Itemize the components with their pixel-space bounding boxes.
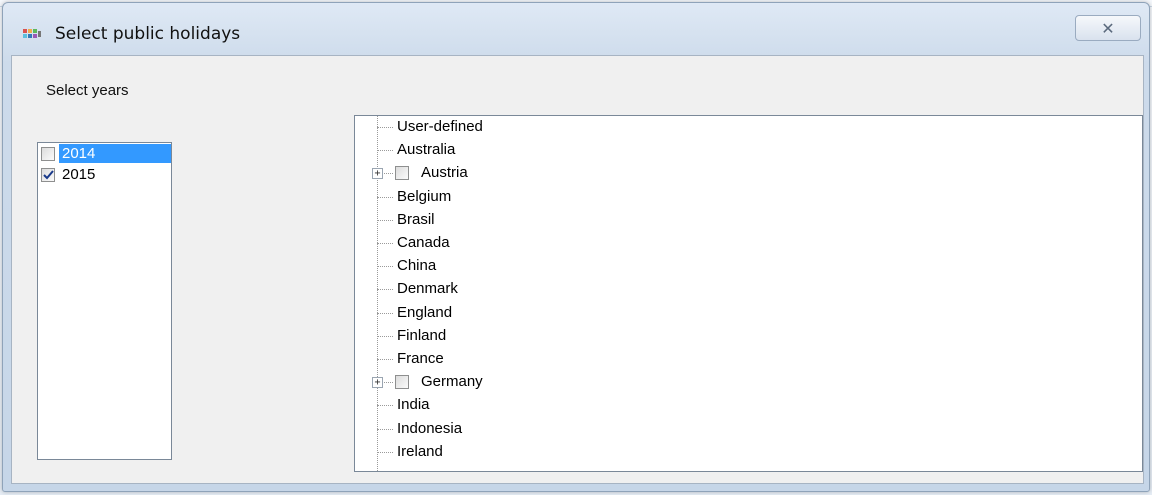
years-checklist[interactable]: 2014 2015 xyxy=(37,142,172,460)
year-item-2015[interactable]: 2015 xyxy=(38,164,171,185)
tree-node-canada[interactable]: Canada xyxy=(355,232,1142,255)
close-button[interactable]: ✕ xyxy=(1075,15,1141,41)
country-tree[interactable]: User-defined Australia + Austria Belgium Bras… xyxy=(354,115,1143,472)
tree-connector xyxy=(377,335,393,337)
checkmark-icon xyxy=(42,169,54,179)
tree-node-label: Austria xyxy=(421,164,468,182)
tree-node-england[interactable]: England xyxy=(355,302,1142,325)
tree-connector xyxy=(377,150,393,152)
tree-node-indonesia[interactable]: Indonesia xyxy=(355,418,1142,441)
window-title: Select public holidays xyxy=(55,24,241,44)
title-bar[interactable]: Select public holidays ✕ xyxy=(3,3,1149,59)
tree-connector xyxy=(377,266,393,268)
tree-node-checkbox[interactable] xyxy=(395,166,409,181)
tree-node-checkbox[interactable] xyxy=(395,375,409,390)
tree-connector xyxy=(377,428,393,430)
tree-node-label: Finland xyxy=(397,326,447,344)
tree-node-label: User-defined xyxy=(397,118,483,135)
tree-connector xyxy=(377,289,393,291)
app-icon xyxy=(23,27,41,41)
tree-connector xyxy=(377,196,393,198)
dialog-client-area: Select years 2014 2015 User-defined Austr… xyxy=(11,55,1144,484)
tree-node-austria[interactable]: + Austria xyxy=(355,162,1142,185)
tree-node-label: Indonesia xyxy=(397,419,463,437)
tree-node-label: Belgium xyxy=(397,187,452,205)
tree-connector xyxy=(377,219,393,221)
expand-icon[interactable]: + xyxy=(372,168,383,180)
tree-node-label: Ireland xyxy=(397,442,443,460)
tree-node-finland[interactable]: Finland xyxy=(355,325,1142,348)
tree-node-label: Canada xyxy=(397,234,450,251)
tree-connector xyxy=(377,243,393,244)
tree-connector xyxy=(377,359,393,360)
tree-connector xyxy=(377,405,393,407)
dialog-window: Select public holidays ✕ Select years 20… xyxy=(2,2,1150,492)
tree-node-brasil[interactable]: Brasil xyxy=(355,209,1142,232)
year-item-2014[interactable]: 2014 xyxy=(38,143,171,164)
year-label: 2014 xyxy=(59,144,171,163)
year-checkbox-2015[interactable] xyxy=(41,167,55,182)
tree-node-user-defined[interactable]: User-defined xyxy=(355,116,1142,139)
tree-node-label: Germany xyxy=(421,373,483,391)
tree-node-china[interactable]: China xyxy=(355,255,1142,278)
tree-connector xyxy=(377,312,393,314)
tree-node-germany[interactable]: + Germany xyxy=(355,371,1142,394)
tree-node-belgium[interactable]: Belgium xyxy=(355,186,1142,209)
tree-node-label: China xyxy=(397,257,437,275)
tree-node-france[interactable]: France xyxy=(355,348,1142,371)
close-icon: ✕ xyxy=(1101,18,1115,38)
tree-node-india[interactable]: India xyxy=(355,394,1142,417)
tree-node-ireland[interactable]: Ireland xyxy=(355,441,1142,464)
year-checkbox-2014[interactable] xyxy=(41,146,55,161)
years-label: Select years xyxy=(46,82,129,99)
tree-node-label: England xyxy=(397,303,453,321)
tree-node-australia[interactable]: Australia xyxy=(355,139,1142,162)
tree-node-label: Denmark xyxy=(397,280,458,298)
tree-node-label: France xyxy=(397,350,444,367)
expand-icon[interactable]: + xyxy=(372,377,383,389)
tree-node-label: India xyxy=(397,396,430,414)
tree-node-denmark[interactable]: Denmark xyxy=(355,278,1142,301)
tree-node-label: Australia xyxy=(397,141,456,159)
year-label: 2015 xyxy=(62,166,96,183)
tree-node-label: Brasil xyxy=(397,210,435,228)
tree-connector xyxy=(377,127,393,128)
tree-connector xyxy=(377,451,393,453)
